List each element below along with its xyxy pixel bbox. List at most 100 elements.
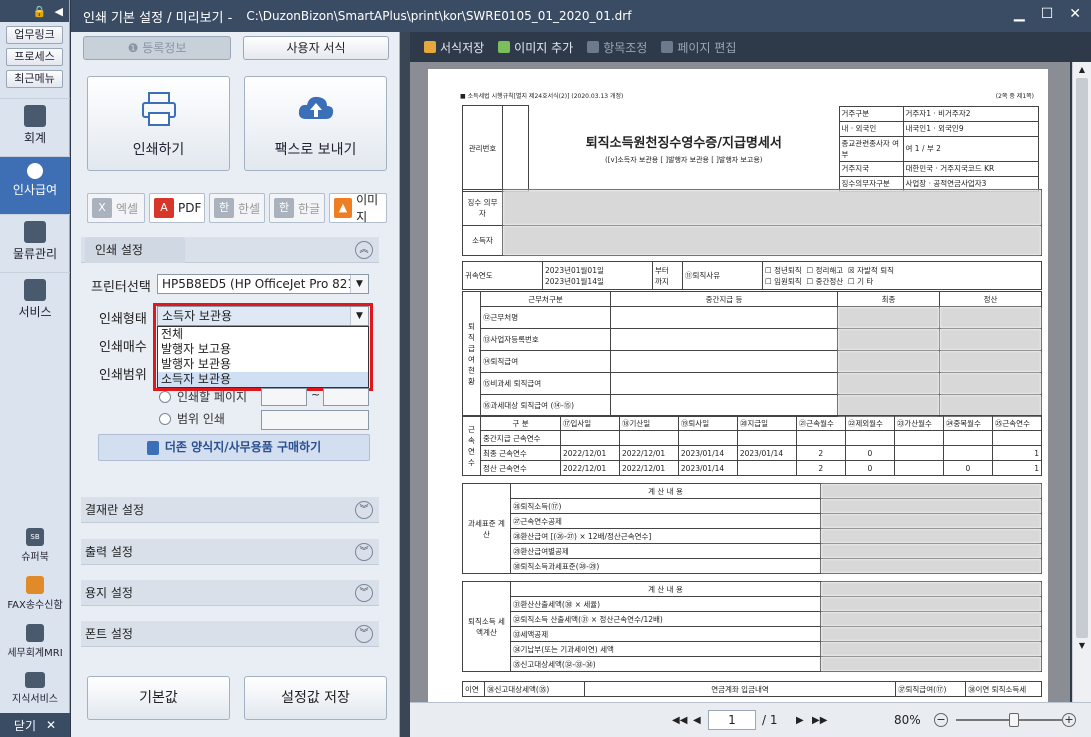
- first-page-icon[interactable]: ◀◀: [672, 715, 687, 726]
- quick-link-process[interactable]: 프로세스: [6, 48, 63, 66]
- save-settings-button[interactable]: 설정값 저장: [244, 676, 387, 720]
- print-type-select[interactable]: 소득자 보관용 ▼: [157, 306, 369, 326]
- add-image-button[interactable]: 이미지 추가: [498, 39, 573, 56]
- zoom-out-icon[interactable]: −: [934, 713, 948, 727]
- window-title: 인쇄 기본 설정 / 미리보기 -: [83, 10, 233, 26]
- service-col-6: ㉒제외월수: [844, 415, 895, 431]
- range-label: 인쇄범위: [99, 368, 147, 383]
- export-pdf-button[interactable]: A PDF: [149, 193, 205, 223]
- nav-superbook[interactable]: SB 슈퍼북: [0, 524, 70, 572]
- output-settings-header[interactable]: 출력 설정 ︾: [81, 539, 379, 565]
- edit-page-button[interactable]: 페이지 편집: [661, 39, 736, 56]
- page-input[interactable]: 1: [708, 710, 756, 730]
- export-image-button[interactable]: ▲ 이미지: [329, 193, 387, 224]
- print-type-option-issuer-keep[interactable]: 발행자 보관용: [158, 357, 368, 372]
- save-format-button[interactable]: 서식저장: [424, 39, 484, 56]
- religion-label: 종교관련종사자 여부: [838, 135, 904, 162]
- default-button[interactable]: 기본값: [87, 676, 230, 720]
- zoom-in-icon[interactable]: +: [1062, 713, 1076, 727]
- pdf-label: PDF: [178, 201, 202, 215]
- chevron-down-icon[interactable]: ︾: [355, 543, 373, 561]
- scroll-down-icon[interactable]: ▼: [1073, 638, 1091, 654]
- preview-scrollbar[interactable]: ▲ ▼: [1072, 62, 1091, 702]
- maximize-icon[interactable]: ☐: [1041, 6, 1054, 22]
- chevron-down-icon[interactable]: ︾: [355, 625, 373, 643]
- nav-fax[interactable]: FAX송수신함: [0, 572, 70, 620]
- font-settings-title: 폰트 설정: [85, 627, 133, 641]
- paper-settings-header[interactable]: 용지 설정 ︾: [81, 580, 379, 606]
- nav-fax-label: FAX송수신함: [7, 600, 63, 611]
- lock-icon[interactable]: 🔒: [33, 5, 47, 18]
- approval-settings-header[interactable]: 결재란 설정 ︾: [81, 497, 379, 523]
- calc-a-row-0: ㉖퇴직소득(⑰): [510, 498, 821, 514]
- calc-b-row-0: ㉛환산산출세액(㉚ × 세율): [510, 596, 821, 612]
- range-print-label: 범위 인쇄: [177, 412, 225, 426]
- nav-service[interactable]: 서비스: [0, 272, 70, 330]
- settings-panel: ❶ 등록정보 사용자 서식 인쇄하기 팩스로 보내기 X 엑셀 A PDF 한 한셀 …: [71, 32, 400, 737]
- hangul-icon: 한: [274, 198, 294, 218]
- scroll-thumb[interactable]: [1076, 78, 1088, 638]
- quick-link-recent[interactable]: 최근메뉴: [6, 70, 63, 88]
- religion-value: 여 1 / 부 2: [902, 135, 1039, 162]
- mid-settle-label: 중간지급 등: [609, 291, 839, 307]
- nav-logistics[interactable]: 물류관리: [0, 214, 70, 272]
- nav-accounting[interactable]: 회계: [0, 98, 70, 156]
- radio-icon: [159, 412, 171, 425]
- printer-label: 프린터선택: [91, 280, 151, 295]
- page-from-input[interactable]: [261, 388, 307, 406]
- work-section-label: 근무처구분: [480, 291, 611, 307]
- calc-title-b: 계 산 내 용: [510, 581, 821, 597]
- window-titlebar: 인쇄 기본 설정 / 미리보기 - C:\DuzonBizon\SmartAPl…: [71, 0, 1091, 32]
- collapse-icon[interactable]: ◀: [55, 5, 63, 18]
- export-hancell-button[interactable]: 한 한셀: [209, 193, 265, 223]
- zoom-slider-thumb[interactable]: [1009, 713, 1019, 727]
- service-col-3: ⑲퇴사일: [677, 415, 738, 431]
- export-hangul-button[interactable]: 한 한글: [269, 193, 325, 223]
- splitter-handle[interactable]: [400, 32, 410, 737]
- chevron-down-icon[interactable]: ︾: [355, 501, 373, 519]
- doc-period-table: 귀속연도 2023년01월01일 2023년01월14일 부터 까지 ⑪퇴직사유 ☐…: [462, 261, 1042, 290]
- service-col-7: ㉓가산월수: [893, 415, 944, 431]
- close-window-icon[interactable]: ✕: [1069, 6, 1081, 22]
- print-type-option-all[interactable]: 전체: [158, 327, 368, 342]
- reason-label: ⑪퇴직사유: [682, 261, 763, 290]
- print-settings-header[interactable]: 인쇄 설정 ︽: [81, 237, 379, 263]
- nav-knowledge[interactable]: 지식서비스: [0, 668, 70, 716]
- print-button[interactable]: 인쇄하기: [87, 76, 230, 171]
- preview-toolbar: 서식저장 이미지 추가 항목조정 페이지 편집: [410, 32, 1091, 62]
- nav-mri[interactable]: 세무회계MRI: [0, 620, 70, 668]
- edit-page-label: 페이지 편집: [677, 40, 737, 55]
- income-row-3: ⑮비과세 퇴직급여: [480, 372, 611, 395]
- prev-page-icon[interactable]: ◀: [693, 715, 701, 726]
- fax-send-button[interactable]: 팩스로 보내기: [244, 76, 387, 171]
- reg-info-button[interactable]: ❶ 등록정보: [83, 36, 231, 60]
- print-type-option-earner-keep[interactable]: 소득자 보관용: [158, 372, 368, 387]
- chevron-up-icon[interactable]: ︽: [355, 241, 373, 259]
- nav-close-button[interactable]: 닫기 ✕: [0, 713, 70, 737]
- page-to-input[interactable]: [323, 388, 369, 406]
- nav-hr-payroll[interactable]: 인사급여: [0, 156, 70, 214]
- range-input[interactable]: [261, 410, 369, 430]
- range-print-radio[interactable]: 범위 인쇄: [159, 410, 225, 427]
- printer-select[interactable]: HP5B8ED5 (HP OfficeJet Pro 8210 ▼: [157, 274, 369, 294]
- print-type-option-issuer-report[interactable]: 발행자 보고용: [158, 342, 368, 357]
- range-page-radio[interactable]: 인쇄할 페이지: [159, 388, 247, 405]
- scroll-up-icon[interactable]: ▲: [1073, 62, 1091, 78]
- period-label: 귀속연도: [462, 261, 543, 290]
- settle-label: 정산: [939, 291, 1042, 307]
- doc-calc-table-b: 퇴직소득 세액계산 계 산 내 용 ㉛환산산출세액(㉚ × 세율) ㉜퇴직소득 산…: [462, 581, 1042, 672]
- chevron-down-icon[interactable]: ︾: [355, 584, 373, 602]
- income-row-1: ⑬사업자등록번호: [480, 328, 611, 351]
- font-settings-header[interactable]: 폰트 설정 ︾: [81, 621, 379, 647]
- buy-supplies-button[interactable]: 더존 양식지/사무용품 구매하기: [98, 434, 370, 461]
- doc-header-table: 관리번호 퇴직소득원천징수영수증/지급명세서 ([v]소득자 보관용 [ ]발행…: [462, 105, 1042, 192]
- export-excel-button[interactable]: X 엑셀: [87, 193, 145, 223]
- next-page-icon[interactable]: ▶: [796, 715, 804, 726]
- zoom-slider[interactable]: [956, 713, 1062, 727]
- last-page-icon[interactable]: ▶▶: [812, 715, 827, 726]
- user-format-button[interactable]: 사용자 서식: [243, 36, 389, 60]
- minimize-icon[interactable]: ▁: [1014, 6, 1025, 22]
- quick-link-work[interactable]: 업무링크: [6, 26, 63, 44]
- adjust-items-button[interactable]: 항목조정: [587, 39, 647, 56]
- mri-icon: [26, 624, 44, 642]
